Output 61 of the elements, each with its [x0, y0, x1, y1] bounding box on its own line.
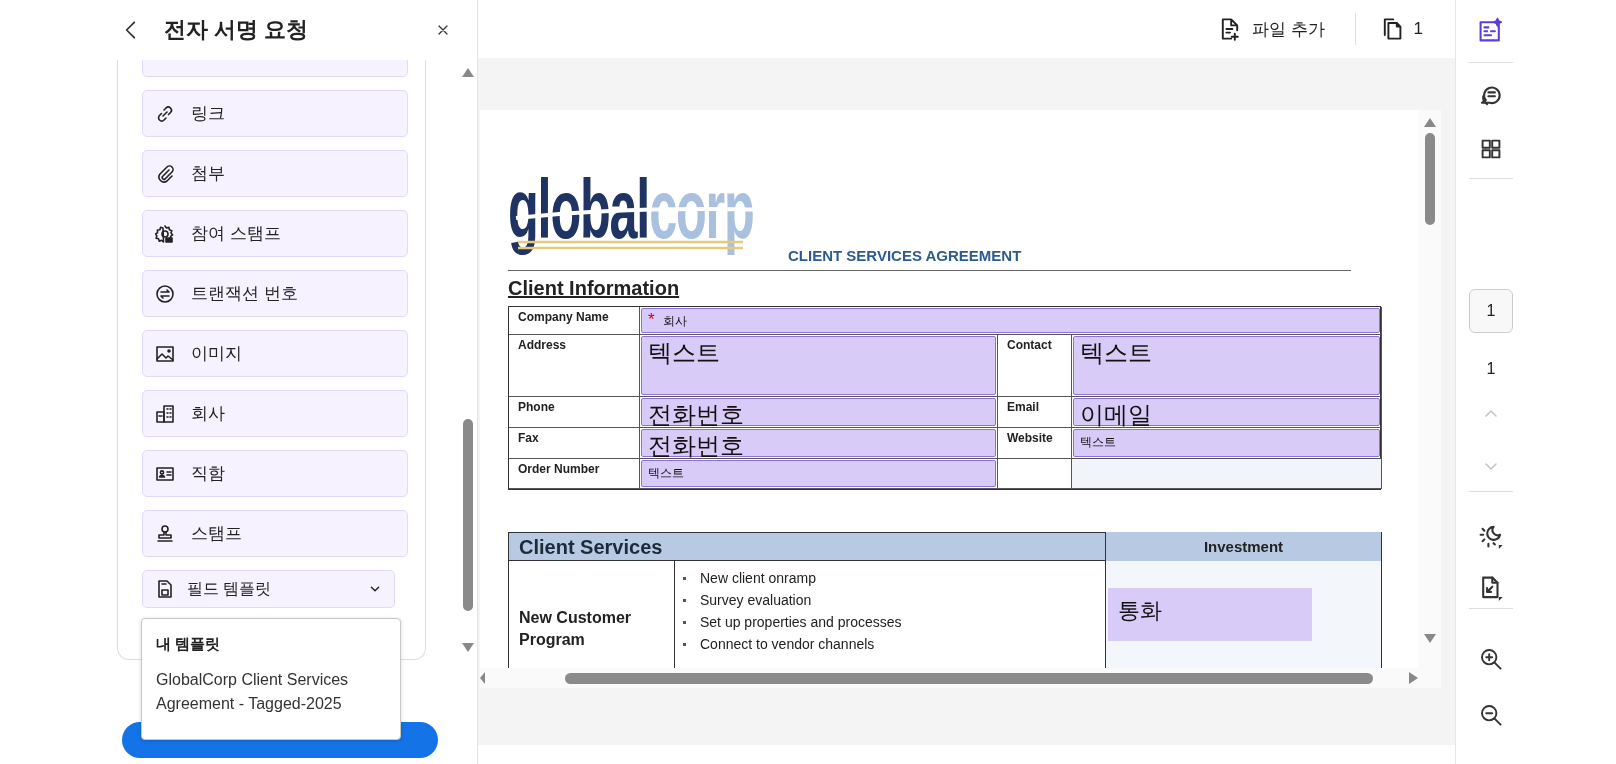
form-field[interactable]: * 회사: [641, 308, 1380, 333]
field-item[interactable]: 이미지: [142, 330, 408, 377]
pages-button[interactable]: 1: [1375, 13, 1427, 45]
section-heading: Client Information: [508, 277, 680, 300]
field-label: Email: [998, 397, 1072, 428]
field-label: Company Name: [509, 307, 640, 335]
gear-icon: [155, 223, 175, 244]
scrollbar-thumb[interactable]: [1425, 133, 1435, 225]
table-header: Client Services: [509, 532, 1106, 561]
link-icon: [155, 103, 175, 124]
form-field[interactable]: 텍스트: [641, 336, 996, 395]
sun-moon-icon: [1478, 523, 1504, 549]
form-field[interactable]: 텍스트: [641, 460, 996, 487]
field-item[interactable]: 참여 스탬프: [142, 210, 408, 257]
field-item[interactable]: 스탬프: [142, 510, 408, 557]
field-label: Phone: [509, 397, 640, 428]
field-item[interactable]: 직함: [142, 450, 408, 497]
list-item: Set up properties and processes: [700, 614, 902, 630]
exchange-icon: [155, 283, 175, 304]
field-item[interactable]: 첨부: [142, 150, 408, 197]
field-label: Website: [998, 428, 1072, 459]
scrollbar-thumb[interactable]: [565, 672, 1373, 684]
field-label: Order Number: [509, 459, 640, 489]
field-label: Fax: [509, 428, 640, 459]
building-icon: [155, 403, 175, 424]
form-field[interactable]: 텍스트: [1073, 336, 1380, 395]
document-icon: [155, 579, 175, 599]
page-number-field[interactable]: 1: [1469, 289, 1513, 333]
zoom-out-icon: [1479, 703, 1503, 727]
field-item[interactable]: 트랜잭션 번호: [142, 270, 408, 317]
form-field[interactable]: 전화번호: [641, 429, 996, 457]
form-field[interactable]: 전화번호: [641, 398, 996, 426]
page-total: 1: [1486, 360, 1496, 378]
add-file-button[interactable]: 파일 추가: [1213, 13, 1329, 45]
stamp-icon: [155, 523, 175, 544]
menu-heading: 내 템플릿: [156, 635, 222, 654]
scroll-right-arrow[interactable]: [1409, 672, 1418, 684]
paperclip-icon: [155, 163, 175, 184]
list-item: Survey evaluation: [700, 592, 812, 608]
required-marker: *: [648, 311, 655, 329]
scrollbar-thumb[interactable]: [463, 419, 473, 611]
list-item: Connect to vendor channels: [700, 636, 875, 652]
field-label: Address: [509, 335, 640, 397]
zoom-in-icon: [1479, 647, 1503, 671]
panel-title: 전자 서명 요청: [164, 16, 309, 44]
scroll-down-arrow[interactable]: [1424, 634, 1436, 643]
form-field[interactable]: 텍스트: [1073, 429, 1380, 457]
form-fields-icon: [1478, 17, 1504, 43]
document-subtitle: CLIENT SERVICES AGREEMENT: [788, 247, 1022, 264]
table-header: Investment: [1106, 532, 1382, 561]
list-item: New client onramp: [700, 570, 816, 586]
menu-item[interactable]: GlobalCorp Client Services Agreement - Tagged-2025: [156, 668, 386, 716]
template-dropdown[interactable]: 필드 템플릿: [142, 570, 395, 608]
form-field[interactable]: 이메일: [1073, 398, 1380, 426]
image-icon: [155, 343, 175, 364]
field-label: Contact: [998, 335, 1072, 397]
field-item[interactable]: 회사: [142, 390, 408, 437]
grid-icon: [1479, 137, 1503, 161]
field-item[interactable]: 링크: [142, 90, 408, 137]
scroll-left-arrow[interactable]: [480, 672, 485, 684]
form-field[interactable]: 통화: [1108, 588, 1312, 641]
